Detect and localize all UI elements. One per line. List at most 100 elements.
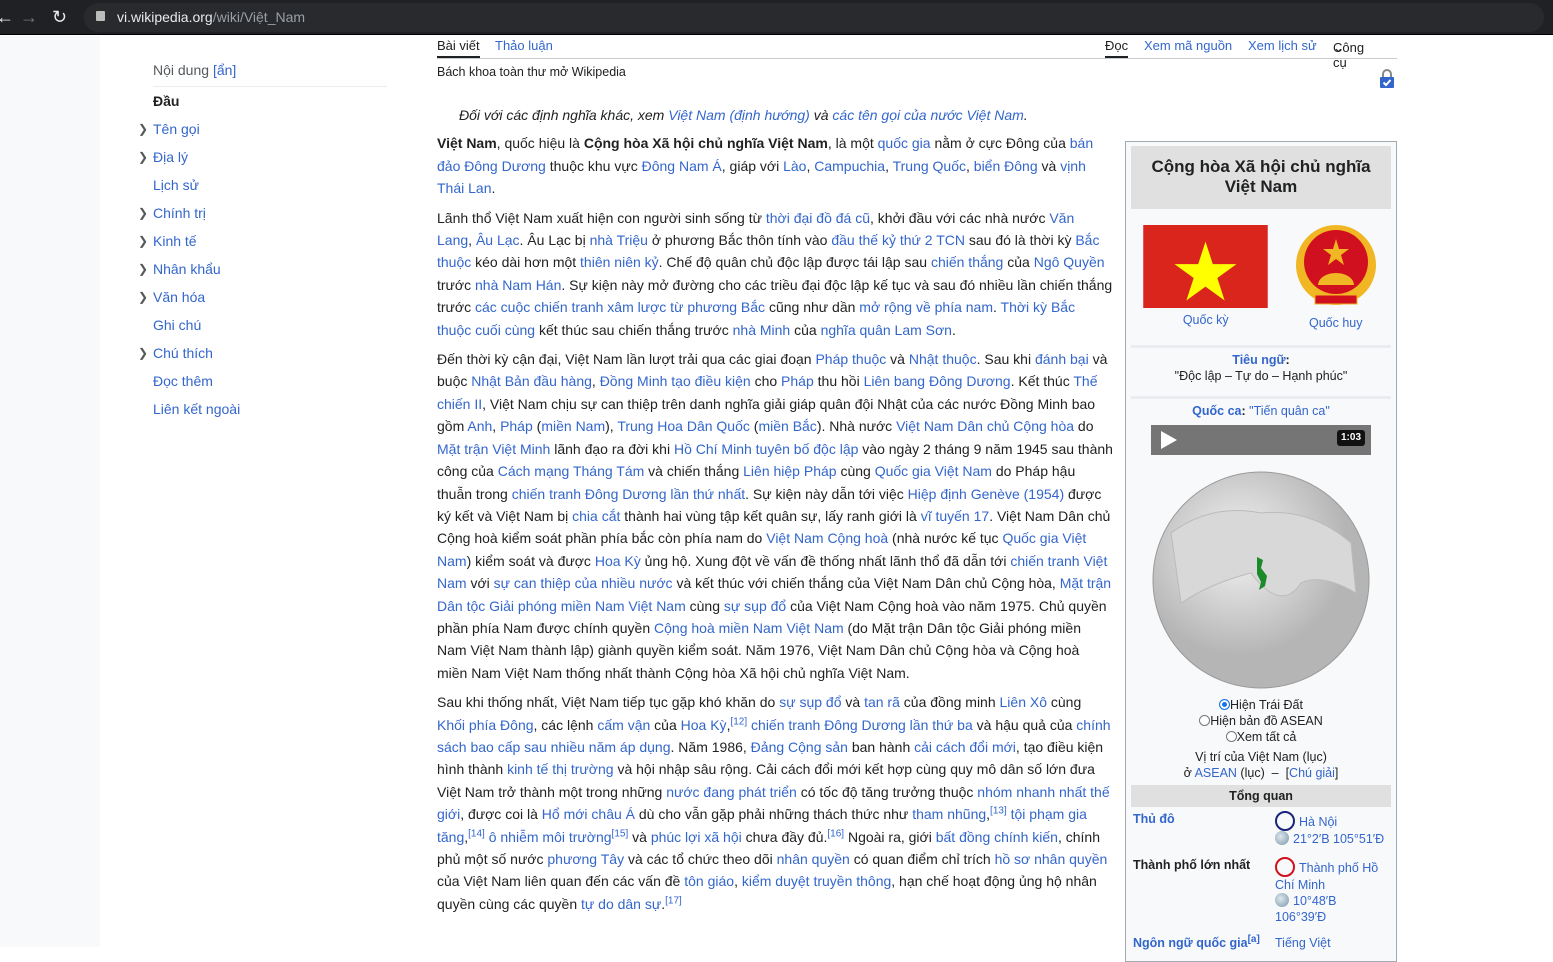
article-link[interactable]: quốc gia	[878, 135, 931, 151]
article-link[interactable]: Liên hiệp Pháp	[743, 463, 836, 479]
article-link[interactable]: Nhật thuộc	[909, 351, 977, 367]
article-link[interactable]: mở rộng về phía nam	[859, 299, 993, 315]
article-link[interactable]: chia cắt	[572, 508, 620, 524]
article-link[interactable]: Mặt trận Việt Minh	[437, 441, 550, 457]
article-link[interactable]: tan rã	[864, 694, 900, 710]
article-link[interactable]: Pháp thuộc	[815, 351, 886, 367]
article-link[interactable]: kiểm duyệt truyền thông	[742, 873, 891, 889]
article-link[interactable]: Cộng hoà miền Nam Việt Nam	[654, 620, 844, 636]
anthem-label[interactable]: Quốc ca	[1192, 404, 1241, 418]
article-link[interactable]: Lào	[783, 158, 806, 174]
toc-item[interactable]: ❯ Tên gọi	[138, 115, 387, 143]
article-link[interactable]: nhà Triệu	[590, 232, 648, 248]
article-link[interactable]: nhân quyền	[777, 851, 850, 867]
toc-item[interactable]: Ghi chú	[153, 311, 387, 339]
article-link[interactable]: nước đang phát triển	[666, 784, 797, 800]
article-link[interactable]: Khối phía Đông	[437, 717, 534, 733]
article-link[interactable]: biển Đông	[974, 158, 1038, 174]
citation-link[interactable]: [13]	[990, 806, 1007, 817]
article-link[interactable]: Hoa Kỳ	[595, 553, 641, 569]
location-globe-map[interactable]	[1151, 463, 1371, 693]
article-link[interactable]: đầu thế kỷ thứ 2 TCN	[831, 232, 965, 248]
article-link[interactable]: Hoa Kỳ	[681, 717, 727, 733]
tab-read[interactable]: Đọc	[1105, 38, 1129, 58]
article-link[interactable]: đánh bại	[1035, 351, 1089, 367]
toc-item[interactable]: Lịch sử	[153, 171, 387, 199]
article-link[interactable]: sự can thiệp của nhiều nước	[494, 575, 673, 591]
chevron-right-icon[interactable]: ❯	[138, 115, 148, 143]
article-link[interactable]: sự sụp đổ	[779, 694, 841, 710]
legend-link[interactable]: Chú giải	[1289, 766, 1335, 780]
citation-link[interactable]: [14]	[468, 828, 485, 839]
language-label[interactable]: Ngôn ngữ quốc gia	[1133, 936, 1248, 950]
national-flag[interactable]: Quốc kỳ	[1143, 225, 1268, 331]
article-link[interactable]: bất đồng chính kiến	[936, 829, 1058, 845]
map-option[interactable]: Hiện Trái Đất	[1131, 697, 1391, 713]
radio-button[interactable]	[1219, 699, 1231, 710]
url-text[interactable]: vi.wikipedia.org/wiki/Việt_Nam	[117, 9, 305, 25]
article-link[interactable]: tham nhũng	[912, 806, 986, 822]
back-icon[interactable]: ←	[0, 7, 14, 28]
citation-link[interactable]: [16]	[827, 828, 844, 839]
article-link[interactable]: Anh	[467, 418, 492, 434]
article-link[interactable]: phúc lợi xã hội	[651, 829, 742, 845]
tab-article[interactable]: Bài viết	[437, 38, 480, 58]
play-icon[interactable]	[1161, 431, 1177, 449]
anthem-link[interactable]: "Tiến quân ca"	[1249, 404, 1330, 418]
article-link[interactable]: Việt Nam Cộng hoà	[766, 530, 888, 546]
article-link[interactable]: Ngô Quyền	[1034, 254, 1105, 270]
tab-edit-source[interactable]: Xem mã nguồn	[1144, 38, 1232, 53]
article-link[interactable]: Campuchia	[814, 158, 885, 174]
emblem-caption[interactable]: Quốc huy	[1293, 315, 1379, 331]
article-link[interactable]: thời đại đồ đá cũ	[766, 210, 870, 226]
forward-icon[interactable]: →	[20, 7, 38, 28]
article-link[interactable]: ô nhiễm môi trường	[489, 829, 612, 845]
national-emblem[interactable]: Quốc huy	[1293, 225, 1379, 331]
citation-link[interactable]: [12]	[730, 716, 747, 727]
article-link[interactable]: chiến tranh Đông Dương lần thứ nhất	[512, 486, 745, 502]
audio-player[interactable]: 1:03	[1151, 425, 1371, 455]
article-link[interactable]: vĩ tuyến 17	[921, 508, 990, 524]
article-link[interactable]: hồ sơ nhân quyền	[995, 851, 1108, 867]
toc-item[interactable]: ❯ Kinh tế	[138, 227, 387, 255]
map-option[interactable]: Xem tất cả	[1131, 729, 1391, 745]
language-note[interactable]: [a]	[1248, 934, 1260, 945]
article-link[interactable]: thiên niên kỷ	[580, 254, 659, 270]
article-link[interactable]: các tên gọi của nước Việt Nam	[832, 107, 1023, 123]
toc-item[interactable]: ❯ Chú thích	[138, 339, 387, 367]
toc-item[interactable]: Liên kết ngoài	[153, 395, 387, 423]
article-link[interactable]: nhà Minh	[733, 322, 791, 338]
article-link[interactable]: miền Nam	[541, 418, 605, 434]
article-link[interactable]: kinh tế thị trường	[507, 761, 614, 777]
asean-link[interactable]: ASEAN	[1195, 766, 1237, 780]
article-link[interactable]: cấm vận	[597, 717, 650, 733]
article-link[interactable]: sự sụp đổ	[724, 598, 786, 614]
article-link[interactable]: Cách mạng Tháng Tám	[498, 463, 645, 479]
article-link[interactable]: Pháp	[500, 418, 533, 434]
language-link[interactable]: Tiếng Việt	[1275, 935, 1391, 951]
article-link[interactable]: chiến thắng	[931, 254, 1003, 270]
article-link[interactable]: chiến tranh Đông Dương lần thứ ba	[751, 717, 973, 733]
article-link[interactable]: các cuộc chiến tranh xâm lược từ phương …	[475, 299, 765, 315]
article-link[interactable]: Liên Xô	[1000, 694, 1047, 710]
radio-button[interactable]	[1199, 715, 1211, 726]
capital-label[interactable]: Thủ đô	[1131, 811, 1275, 847]
article-link[interactable]: nghĩa quân Lam Sơn	[821, 322, 952, 338]
article-link[interactable]: Đồng Minh tạo điều kiện	[600, 373, 751, 389]
toc-item[interactable]: Đầu	[153, 87, 387, 115]
article-link[interactable]: Hiệp định Genève (1954)	[908, 486, 1064, 502]
article-link[interactable]: Việt Nam (định hướng)	[668, 107, 810, 123]
article-link[interactable]: cải cách đổi mới	[914, 739, 1016, 755]
tab-history[interactable]: Xem lịch sử	[1248, 38, 1317, 53]
citation-link[interactable]: [17]	[665, 895, 682, 906]
article-link[interactable]: Đảng Cộng sản	[751, 739, 848, 755]
chevron-right-icon[interactable]: ❯	[138, 199, 148, 227]
toc-item[interactable]: ❯ Nhân khẩu	[138, 255, 387, 283]
toc-hide-link[interactable]: [ẩn]	[213, 62, 236, 78]
capital-coords[interactable]: 21°2′B 105°51′Đ	[1293, 832, 1384, 846]
article-link[interactable]: nhà Nam Hán	[475, 277, 561, 293]
address-bar[interactable]: vi.wikipedia.org/wiki/Việt_Nam	[84, 3, 1544, 32]
article-link[interactable]: phương Tây	[547, 851, 624, 867]
citation-link[interactable]: [15]	[612, 828, 629, 839]
article-link[interactable]: miền Bắc	[758, 418, 816, 434]
